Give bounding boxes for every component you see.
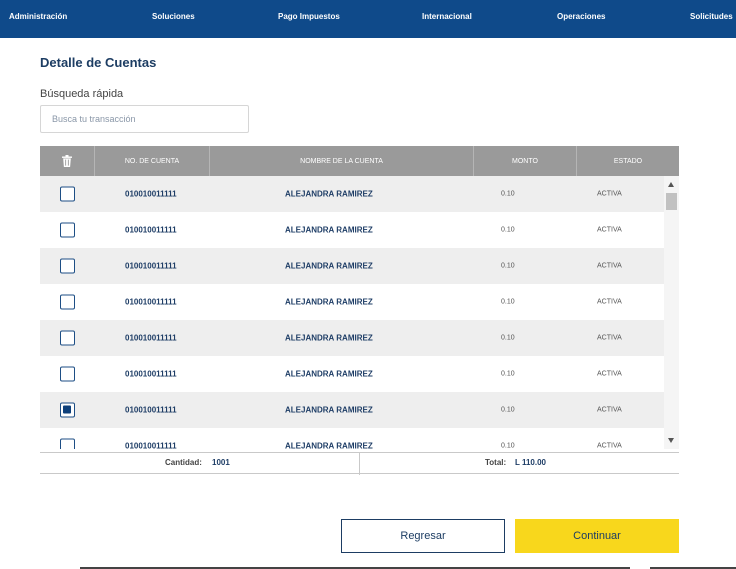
account-name-cell: ALEJANDRA RAMIREZ: [285, 441, 373, 450]
status-cell: ACTIVA: [597, 226, 622, 234]
table-row[interactable]: 010010011111 ALEJANDRA RAMIREZ 0.10 ACTIVA: [40, 320, 664, 356]
nav-item-soluciones[interactable]: Soluciones: [152, 12, 195, 21]
table-row[interactable]: 010010011111 ALEJANDRA RAMIREZ 0.10 ACTIVA: [40, 428, 664, 449]
amount-cell: 0.10: [501, 406, 515, 414]
account-number-cell: 010010011111: [125, 297, 177, 307]
total-value: L 110.00: [515, 458, 546, 467]
table-row[interactable]: 010010011111 ALEJANDRA RAMIREZ 0.10 ACTIVA: [40, 356, 664, 392]
table-row[interactable]: 010010011111 ALEJANDRA RAMIREZ 0.10 ACTIVA: [40, 392, 664, 428]
amount-cell: 0.10: [501, 262, 515, 270]
header-amount: MONTO: [474, 146, 577, 176]
table-header: NO. DE CUENTA NOMBRE DE LA CUENTA MONTO …: [40, 146, 679, 176]
nav-item-pago-impuestos[interactable]: Pago Impuestos: [278, 12, 340, 21]
status-cell: ACTIVA: [597, 262, 622, 270]
account-name-cell: ALEJANDRA RAMIREZ: [285, 189, 373, 199]
nav-item-internacional[interactable]: Internacional: [422, 12, 472, 21]
top-navigation: Administración Soluciones Pago Impuestos…: [0, 0, 736, 38]
nav-item-operaciones[interactable]: Operaciones: [557, 12, 605, 21]
search-label: Búsqueda rápida: [40, 88, 124, 100]
account-name-cell: ALEJANDRA RAMIREZ: [285, 225, 373, 235]
row-checkbox[interactable]: [60, 366, 75, 382]
row-checkbox[interactable]: [60, 330, 75, 346]
table-row[interactable]: 010010011111 ALEJANDRA RAMIREZ 0.10 ACTIVA: [40, 212, 664, 248]
page-title: Detalle de Cuentas: [40, 55, 157, 70]
header-account-name: NOMBRE DE LA CUENTA: [210, 146, 474, 176]
amount-cell: 0.10: [501, 226, 515, 234]
account-number-cell: 010010011111: [125, 333, 177, 343]
row-checkbox[interactable]: [60, 222, 75, 238]
account-name-cell: ALEJANDRA RAMIREZ: [285, 405, 373, 415]
status-cell: ACTIVA: [597, 334, 622, 342]
amount-cell: 0.10: [501, 442, 515, 450]
amount-cell: 0.10: [501, 298, 515, 306]
row-checkbox[interactable]: [60, 258, 75, 274]
status-cell: ACTIVA: [597, 370, 622, 378]
table-row[interactable]: 010010011111 ALEJANDRA RAMIREZ 0.10 ACTIVA: [40, 284, 664, 320]
account-number-cell: 010010011111: [125, 261, 177, 271]
status-cell: ACTIVA: [597, 190, 622, 198]
row-checkbox[interactable]: [60, 186, 75, 202]
header-status: ESTADO: [613, 157, 643, 165]
continue-button[interactable]: Continuar: [515, 519, 679, 553]
table-row[interactable]: 010010011111 ALEJANDRA RAMIREZ 0.10 ACTIVA: [40, 176, 664, 212]
amount-cell: 0.10: [501, 190, 515, 198]
vertical-scrollbar[interactable]: [664, 176, 679, 449]
table-summary: Cantidad: 1001 Total: L 110.00: [40, 452, 679, 475]
account-number-cell: 010010011111: [125, 405, 177, 415]
total-label: Total:: [485, 458, 507, 467]
status-cell: ACTIVA: [597, 406, 622, 414]
quantity-value: 1001: [212, 458, 230, 467]
account-number-cell: 010010011111: [125, 369, 177, 379]
account-number-cell: 010010011111: [125, 441, 177, 450]
trash-icon[interactable]: [62, 155, 72, 167]
scroll-thumb[interactable]: [666, 193, 677, 210]
account-number-cell: 010010011111: [125, 225, 177, 235]
row-checkbox[interactable]: [60, 438, 75, 449]
nav-item-solicitudes[interactable]: Solicitudes: [690, 12, 733, 21]
status-cell: ACTIVA: [597, 298, 622, 306]
account-name-cell: ALEJANDRA RAMIREZ: [285, 333, 373, 343]
header-delete-cell: [40, 146, 95, 176]
account-name-cell: ALEJANDRA RAMIREZ: [285, 261, 373, 271]
accounts-table: NO. DE CUENTA NOMBRE DE LA CUENTA MONTO …: [40, 146, 679, 449]
account-name-cell: ALEJANDRA RAMIREZ: [285, 369, 373, 379]
summary-divider: [359, 453, 360, 475]
row-checkbox[interactable]: [60, 294, 75, 310]
back-button[interactable]: Regresar: [341, 519, 505, 553]
row-checkbox[interactable]: [60, 402, 75, 418]
search-input[interactable]: [40, 105, 249, 133]
account-name-cell: ALEJANDRA RAMIREZ: [285, 297, 373, 307]
quantity-label: Cantidad:: [165, 458, 202, 467]
scroll-up-arrow-icon[interactable]: [668, 182, 674, 187]
nav-item-administracion[interactable]: Administración: [9, 12, 67, 21]
amount-cell: 0.10: [501, 370, 515, 378]
header-account-number: NO. DE CUENTA: [95, 146, 210, 176]
table-body[interactable]: 010010011111 ALEJANDRA RAMIREZ 0.10 ACTIVA 0…: [40, 176, 679, 449]
account-number-cell: 010010011111: [125, 189, 177, 199]
scroll-down-arrow-icon[interactable]: [668, 438, 674, 443]
amount-cell: 0.10: [501, 334, 515, 342]
status-cell: ACTIVA: [597, 442, 622, 450]
table-row[interactable]: 010010011111 ALEJANDRA RAMIREZ 0.10 ACTIVA: [40, 248, 664, 284]
